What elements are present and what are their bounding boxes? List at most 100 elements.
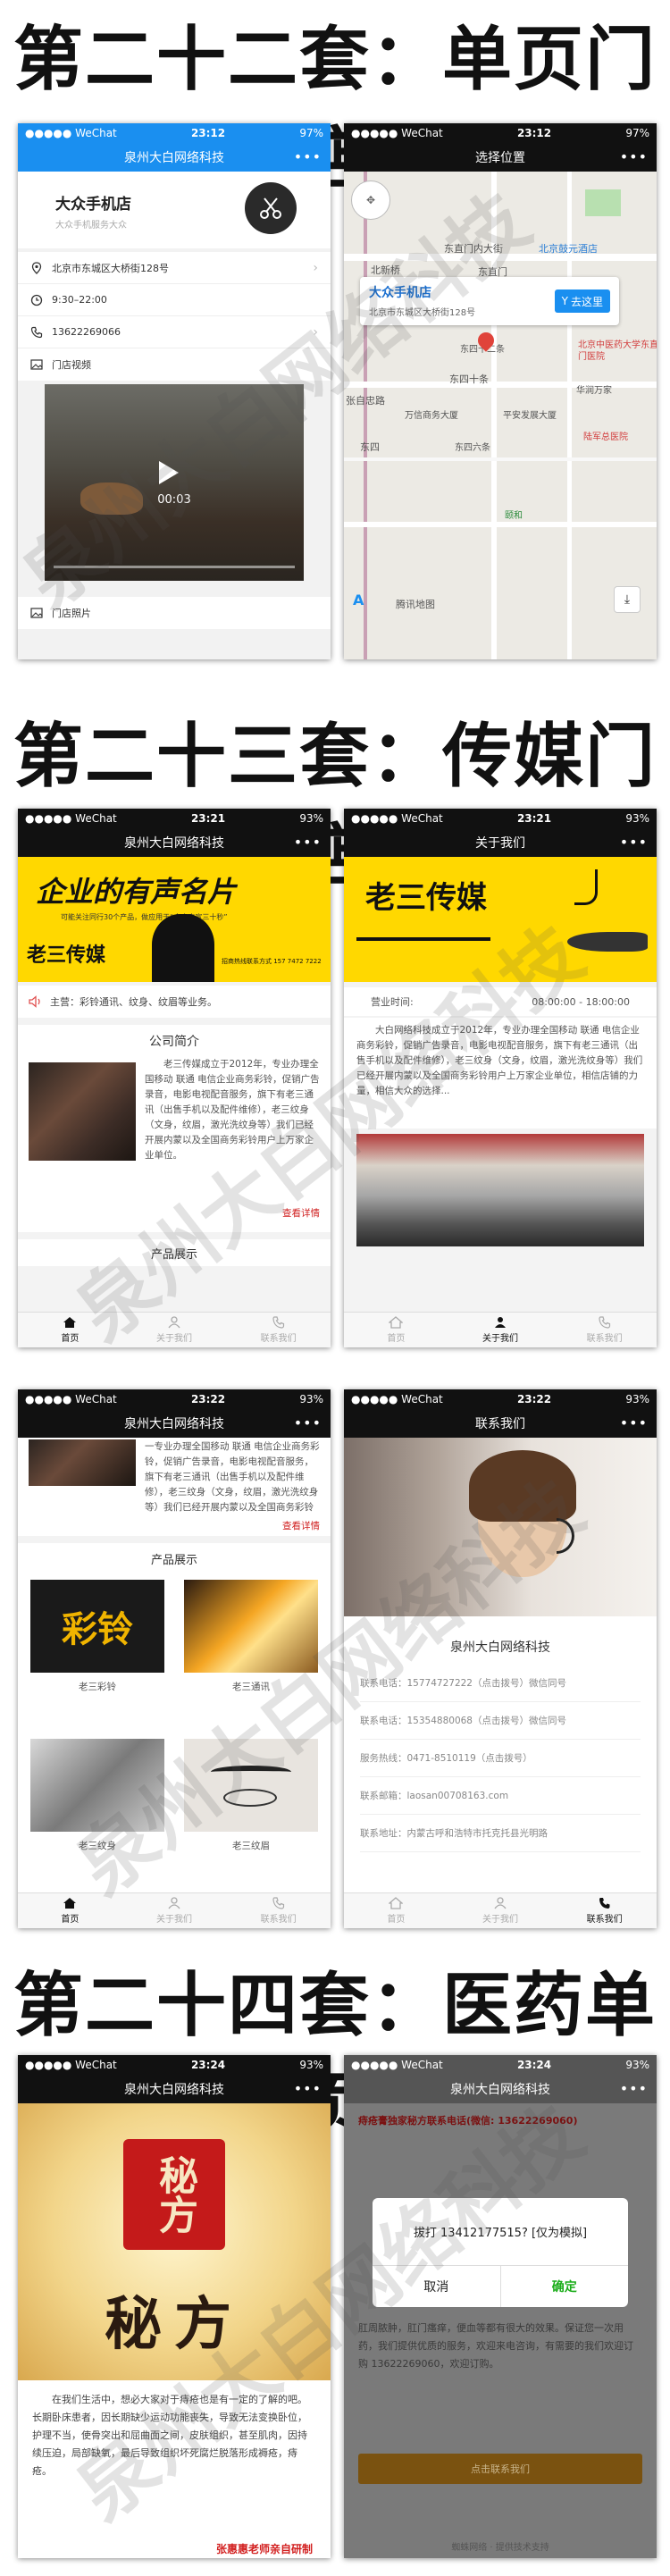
locate-me-button[interactable]: ⤓ — [614, 586, 641, 613]
nav-bar: 泉州大白网络科技 ••• — [18, 828, 331, 857]
status-bar: ●●●●● WeChat 23:22 93% — [344, 1389, 657, 1409]
intro-card: 一专业办理全国移动 联通 电信企业商务彩铃，促销广告录音，电影电视配音服务，旗下… — [18, 1438, 331, 1536]
video-player[interactable]: 00:03 — [45, 384, 304, 581]
zoom-pan-control[interactable]: ✥ — [351, 180, 390, 220]
nav-bar: 选择位置 ••• — [344, 143, 657, 172]
contact-company: 泉州大白网络科技 — [450, 1640, 550, 1655]
contact-row-phone1[interactable]: 联系电话：15774727222（点击拨号）微信同号 — [360, 1665, 641, 1702]
map-label: 东四 — [360, 441, 380, 453]
call-dialog: 拔打 13412177515? [仅为模拟] 取消 确定 — [373, 2198, 628, 2307]
video-label: 门店视频 — [52, 359, 91, 371]
banner-fish-graphic — [567, 932, 648, 952]
phone-map-page: ●●●●● WeChat 23:12 97% 选择位置 ••• ✥ 东直门内大街… — [344, 123, 657, 659]
location-callout[interactable]: 大众手机店 北京市东城区大桥街128号 Y 去这里 — [360, 277, 619, 325]
main-business-row: 主营：彩铃通讯、纹身、纹眉等业务。 — [18, 986, 331, 1018]
map-label: 北京鼓元酒店 — [539, 243, 598, 255]
more-icon[interactable]: ••• — [294, 2080, 322, 2097]
store-logo — [245, 182, 297, 234]
dialog-actions: 取消 确定 — [373, 2266, 628, 2307]
image-icon — [30, 359, 43, 370]
product-name: 老三通讯 — [232, 1682, 270, 1692]
tab-contact[interactable]: 联系我们 — [226, 1893, 331, 1928]
tab-contact[interactable]: 联系我们 — [552, 1313, 657, 1347]
more-icon[interactable]: ••• — [620, 1414, 648, 1431]
more-icon[interactable]: ••• — [620, 834, 648, 851]
address-row[interactable]: 北京市东城区大桥街128号 › — [18, 252, 331, 284]
home-icon — [389, 1897, 404, 1909]
go-here-button[interactable]: Y 去这里 — [554, 289, 610, 313]
more-icon[interactable]: ••• — [294, 1414, 322, 1431]
hours-text: 9:30–22:00 — [52, 294, 107, 306]
nav-title: 泉州大白网络科技 — [124, 151, 224, 165]
banner-brand: 老三传媒 — [27, 944, 106, 967]
map-canvas[interactable]: ✥ 东直门内大街 北京鼓元酒店 北新桥 东直门 东四十二条 北京中医药大学东直门… — [344, 172, 657, 659]
red-seal: 秘方 — [123, 2139, 225, 2250]
banner-silhouette — [152, 914, 214, 982]
location-icon — [31, 261, 42, 274]
tab-bar: 首页 关于我们 联系我们 — [344, 1892, 657, 1928]
banner-wave-graphic — [356, 937, 490, 941]
contact-cta-button[interactable]: 点击联系我们 — [358, 2454, 642, 2484]
product-name: 老三纹眉 — [232, 1841, 270, 1851]
product-image: 彩铃 — [30, 1580, 164, 1673]
more-icon[interactable]: ••• — [620, 2080, 648, 2097]
person-icon — [168, 1897, 180, 1909]
nav-title: 联系我们 — [475, 1417, 525, 1431]
cancel-button[interactable]: 取消 — [373, 2266, 501, 2307]
tab-about[interactable]: 关于我们 — [122, 1313, 227, 1347]
dimmed-content: 痔疮膏独家秘方联系电话(微信: 13622269060) — [344, 2103, 657, 2146]
phone-icon — [30, 326, 43, 338]
tab-home[interactable]: 首页 — [344, 1893, 448, 1928]
more-icon[interactable]: ••• — [294, 148, 322, 165]
person-icon — [494, 1897, 507, 1909]
products-title: 产品展示 — [150, 1554, 197, 1567]
contact-row-hotline[interactable]: 服务热线：0471-8510119（点击拨号） — [360, 1740, 641, 1777]
tel-text: 13622269066 — [52, 326, 121, 338]
map-label: 北京中医药大学东直门医院 — [578, 340, 657, 362]
tab-about[interactable]: 关于我们 — [122, 1893, 227, 1928]
read-more-link[interactable]: 查看详情 — [282, 1206, 320, 1220]
eye-graphic — [223, 1789, 277, 1807]
product-item[interactable]: 老三通讯 — [184, 1580, 318, 1693]
road — [344, 522, 657, 527]
video-row: 门店视频 — [18, 348, 331, 381]
map-source: 腾讯地图 — [396, 599, 435, 610]
chevron-right-icon: › — [313, 324, 318, 340]
status-bar: ●●●●● WeChat 23:21 93% — [344, 809, 657, 828]
tab-home[interactable]: 首页 — [18, 1893, 122, 1928]
compass-icon[interactable]: A — [353, 592, 373, 611]
banner: 老三传媒 — [344, 857, 657, 982]
phone-medicine-page: ●●●●● WeChat 23:24 93% 泉州大白网络科技 ••• 秘方 秘… — [18, 2055, 331, 2558]
status-bar: ●●●●● WeChat 23:12 97% — [344, 123, 657, 143]
tab-bar: 首页 关于我们 联系我们 — [18, 1312, 331, 1347]
intro-card: 公司简介 老三传媒成立于2012年，专业办理全国移动 联通 电信企业商务彩铃，促… — [18, 1025, 331, 1232]
contact-row-email[interactable]: 联系邮箱：laosan00708163.com — [360, 1777, 641, 1815]
tab-about[interactable]: 关于我们 — [448, 1313, 553, 1347]
more-icon[interactable]: ••• — [294, 834, 322, 851]
product-image — [184, 1580, 318, 1673]
article-body: 在我们生活中，想必大家对于痔疮也是有一定的了解的吧。长期卧床患者，因长期缺少运动… — [32, 2394, 307, 2477]
product-item[interactable]: 老三纹身 — [30, 1739, 164, 1852]
phone-dial-dialog: ●●●●● WeChat 23:24 93% 泉州大白网络科技 ••• 痔疮膏独… — [344, 2055, 657, 2558]
tel-row[interactable]: 13622269066 › — [18, 316, 331, 348]
phone-icon — [272, 1897, 284, 1909]
tab-home[interactable]: 首页 — [344, 1313, 448, 1347]
phone-media-home: ●●●●● WeChat 23:21 93% 泉州大白网络科技 ••• 企业的有… — [18, 809, 331, 1347]
products-title: 产品展示 — [18, 1239, 331, 1266]
more-icon[interactable]: ••• — [620, 148, 648, 165]
nav-bar: 泉州大白网络科技 ••• — [18, 1409, 331, 1438]
tab-contact[interactable]: 联系我们 — [552, 1893, 657, 1928]
read-more-link[interactable]: 查看详情 — [282, 1519, 320, 1532]
contact-row-phone2[interactable]: 联系电话：15354880068（点击拨号）微信同号 — [360, 1702, 641, 1740]
tab-home[interactable]: 首页 — [18, 1313, 122, 1347]
confirm-button[interactable]: 确定 — [501, 2266, 629, 2307]
tab-contact[interactable]: 联系我们 — [226, 1313, 331, 1347]
map-label: 北新桥 — [371, 264, 400, 276]
product-item[interactable]: 彩铃 老三彩铃 — [30, 1580, 164, 1693]
play-icon[interactable] — [159, 461, 179, 484]
about-text: 大白网络科技成立于2012年，专业办理全国移动 联通 电信企业商务彩铃，促销广告… — [344, 1018, 657, 1129]
video-progress-track[interactable] — [54, 566, 295, 568]
banner-hook-graphic — [574, 869, 598, 905]
tab-about[interactable]: 关于我们 — [448, 1893, 553, 1928]
product-item[interactable]: 老三纹眉 — [184, 1739, 318, 1852]
